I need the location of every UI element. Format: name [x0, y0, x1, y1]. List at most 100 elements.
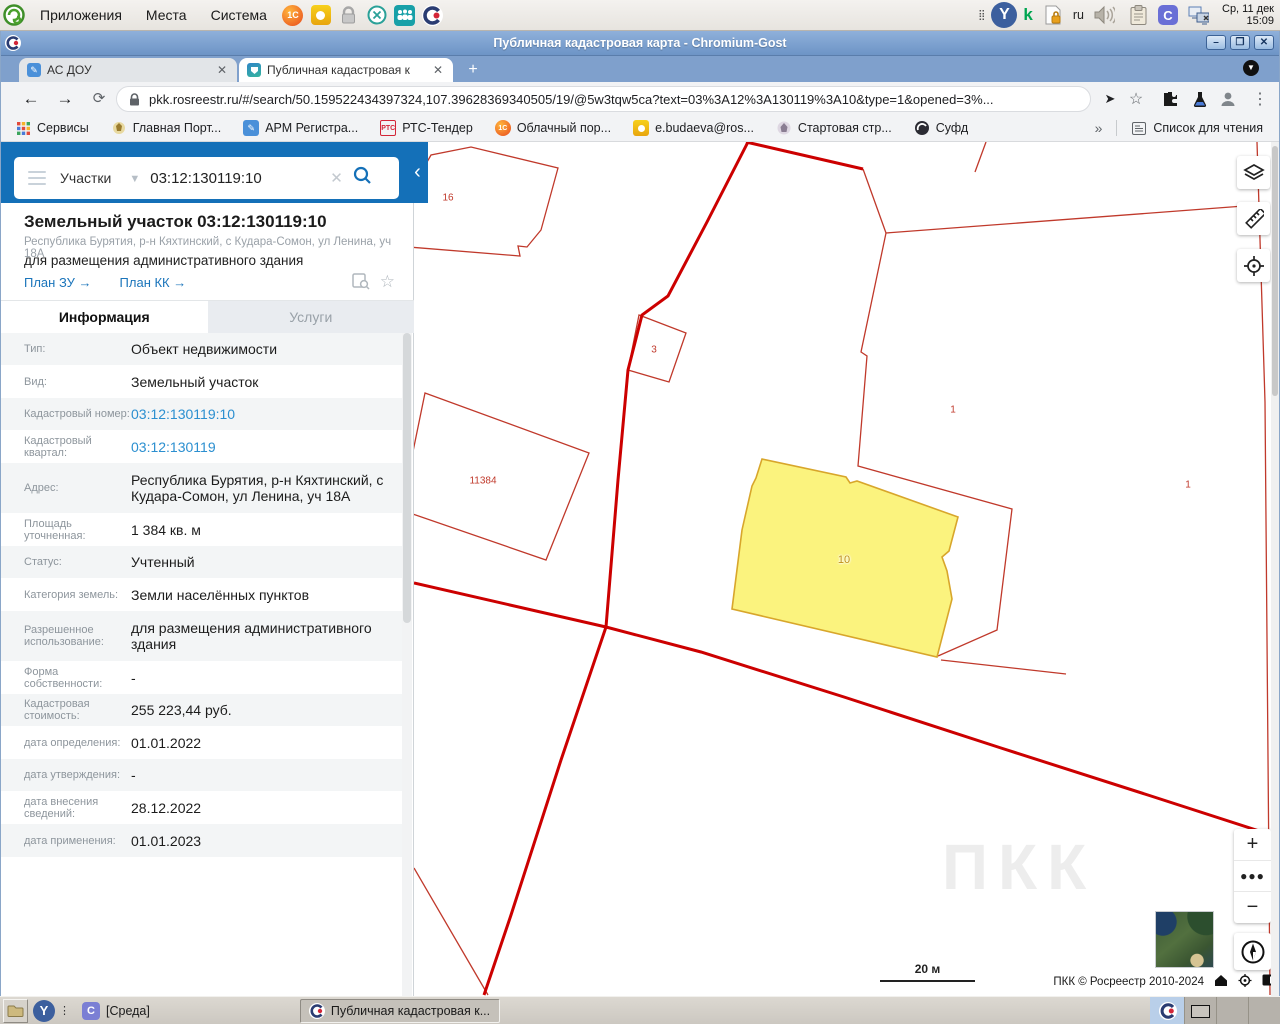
cadastral-number-link[interactable]: 03:12:130119:10 — [131, 406, 403, 422]
collapse-panel-chevron[interactable]: ‹ — [407, 142, 428, 203]
bookmark-rts-tender[interactable]: РТС РТС-Тендер — [380, 120, 473, 136]
k-tray-icon[interactable]: k — [1023, 5, 1032, 25]
workspace-2[interactable] — [1216, 997, 1248, 1024]
show-desktop-button[interactable] — [3, 998, 28, 1023]
c-messenger-tray-icon[interactable]: C — [1158, 5, 1178, 25]
reading-list-button[interactable]: Список для чтения — [1131, 120, 1263, 136]
certificate-tray-icon[interactable] — [1042, 4, 1064, 26]
chromium-gost-tray-icon[interactable] — [1150, 997, 1186, 1024]
taskbar-item-pkk[interactable]: Публичная кадастровая к... — [299, 998, 500, 1023]
send-to-devices-icon[interactable]: ➤ — [1099, 88, 1121, 110]
browser-menu-icon[interactable]: ⋮ — [1249, 88, 1271, 110]
doc-search-icon[interactable] — [352, 273, 370, 290]
flask-extension-icon[interactable] — [1189, 88, 1211, 110]
table-row: дата внесения сведений: 28.12.2022 — [24, 795, 202, 820]
search-input[interactable] — [150, 169, 327, 187]
menu-system[interactable]: Система — [199, 0, 279, 30]
menu-places[interactable]: Места — [134, 0, 199, 30]
bookmark-cloud-1c[interactable]: 1С Облачный пор... — [494, 120, 611, 136]
yandex-tray-icon[interactable]: Y — [991, 2, 1018, 28]
minimize-button[interactable]: – — [1206, 35, 1226, 50]
menu-applications[interactable]: Приложения — [28, 0, 134, 30]
taskbar-handle-dots: ⋮ — [59, 1005, 70, 1017]
bookmark-startovaya[interactable]: Стартовая стр... — [776, 120, 892, 136]
volume-icon[interactable] — [1093, 4, 1115, 26]
maximize-button[interactable]: ❐ — [1230, 35, 1250, 50]
parcel-label: 1 — [1185, 479, 1191, 491]
ruler-button[interactable] — [1237, 202, 1270, 235]
taskbar-item-sreda[interactable]: C [Среда] — [74, 999, 158, 1023]
bookmark-sufd[interactable]: Суфд — [914, 120, 968, 136]
tab-pkk[interactable]: Публичная кадастровая к ✕ — [239, 58, 453, 82]
screen: Приложения Места Система 1С ⣿ Y k ru C С… — [0, 0, 1280, 1024]
menu-hamburger-icon[interactable] — [28, 167, 46, 189]
bookmark-star-icon[interactable]: ☆ — [1125, 88, 1147, 110]
window-titlebar[interactable]: Публичная кадастровая карта - Chromium-G… — [1, 31, 1279, 56]
1c-launcher-icon[interactable]: 1С — [282, 4, 304, 26]
panel-scrollbar[interactable] — [402, 333, 412, 996]
yandex-taskbar-icon[interactable]: Y — [33, 999, 55, 1022]
users-app-icon[interactable] — [394, 4, 416, 26]
tab-close-icon[interactable]: ✕ — [215, 63, 229, 77]
close-button[interactable]: ✕ — [1254, 35, 1274, 50]
bookmarks-overflow-chevron[interactable]: » — [1095, 120, 1103, 136]
cadastral-block-link[interactable]: 03:12:130119 — [131, 439, 403, 455]
forward-button[interactable]: → — [53, 87, 77, 111]
bookmark-ebudaeva[interactable]: e.budaeva@ros... — [633, 120, 754, 136]
chevron-down-icon: ▼ — [129, 173, 141, 185]
bookmark-arm-registra[interactable]: ✎ АРМ Регистра... — [243, 120, 358, 136]
page-scrollbar-thumb[interactable] — [1272, 146, 1278, 396]
zoom-out-button[interactable]: − — [1234, 891, 1271, 923]
address-bar[interactable]: pkk.rosreestr.ru/#/search/50.15952243439… — [116, 86, 1091, 112]
home-icon[interactable] — [1214, 974, 1228, 987]
network-tray-icon[interactable] — [1187, 4, 1209, 26]
panel-scrollbar-thumb[interactable] — [403, 333, 411, 623]
desktop-top-panel: Приложения Места Система 1С ⣿ Y k ru C С… — [0, 0, 1280, 31]
profile-avatar-icon[interactable] — [1217, 88, 1239, 110]
tab-as-dou[interactable]: ✎ АС ДОУ ✕ — [19, 58, 237, 82]
workspace-1[interactable] — [1184, 997, 1216, 1024]
new-tab-button[interactable]: + — [461, 60, 485, 80]
bookmark-servisy[interactable]: Сервисы — [15, 120, 89, 136]
map-viewport[interactable]: ПКК 16 3 11384 1 1 10 + ●●● − 20 м ПКК ©… — [414, 142, 1279, 996]
clear-search-icon[interactable]: ✕ — [330, 169, 343, 187]
map-copyright: ПКК © Росреестр 2010-2024 — [1053, 976, 1204, 988]
url-text[interactable]: pkk.rosreestr.ru/#/search/50.15952243439… — [149, 92, 994, 107]
target-icon[interactable] — [1238, 974, 1252, 987]
workspace-3[interactable] — [1248, 997, 1280, 1024]
search-category-select[interactable]: Участки — [60, 170, 111, 186]
tab-close-icon[interactable]: ✕ — [431, 63, 445, 77]
favorite-star-icon[interactable]: ☆ — [380, 273, 395, 290]
plan-kk-link[interactable]: План КК → — [120, 275, 187, 290]
yellow-app-icon[interactable] — [310, 4, 332, 26]
clock[interactable]: Ср, 11 дек 15:09 — [1218, 3, 1274, 27]
clipboard-tray-icon[interactable] — [1127, 4, 1149, 26]
minimap-thumbnail[interactable] — [1155, 911, 1214, 968]
bookmarks-divider — [1116, 120, 1118, 136]
tab-information[interactable]: Информация — [1, 301, 208, 333]
start-menu-icon[interactable] — [3, 4, 25, 26]
page-scrollbar[interactable] — [1271, 142, 1279, 996]
search-submit-icon[interactable] — [353, 166, 372, 190]
tab-services[interactable]: Услуги — [207, 301, 414, 333]
compass-button[interactable] — [1234, 933, 1271, 970]
screenshot-tool-icon[interactable] — [366, 4, 388, 26]
table-row: Форма собственности: - — [24, 665, 136, 690]
layers-button[interactable] — [1237, 156, 1270, 189]
profile-menu-button[interactable]: ▼ — [1243, 60, 1259, 76]
plan-zu-link[interactable]: План ЗУ → — [24, 275, 92, 290]
back-button[interactable]: ← — [19, 87, 43, 111]
lock-icon[interactable] — [338, 4, 360, 26]
chromium-gost-launcher-icon[interactable] — [422, 4, 444, 26]
browser-window: Публичная кадастровая карта - Chromium-G… — [0, 31, 1280, 996]
bookmark-glavnaya-portal[interactable]: Главная Порт... — [111, 120, 221, 136]
extension-icon[interactable] — [1159, 88, 1181, 110]
keyboard-layout[interactable]: ru — [1073, 8, 1084, 22]
zoom-options-button[interactable]: ●●● — [1234, 859, 1271, 892]
locate-object-button[interactable] — [1237, 249, 1270, 282]
table-row: дата применения: 01.01.2023 — [1, 824, 403, 857]
reload-button[interactable]: ⟳ — [87, 87, 111, 111]
map-canvas[interactable] — [414, 142, 1279, 996]
zoom-in-button[interactable]: + — [1234, 829, 1271, 860]
parcel-label: 1 — [950, 404, 956, 416]
